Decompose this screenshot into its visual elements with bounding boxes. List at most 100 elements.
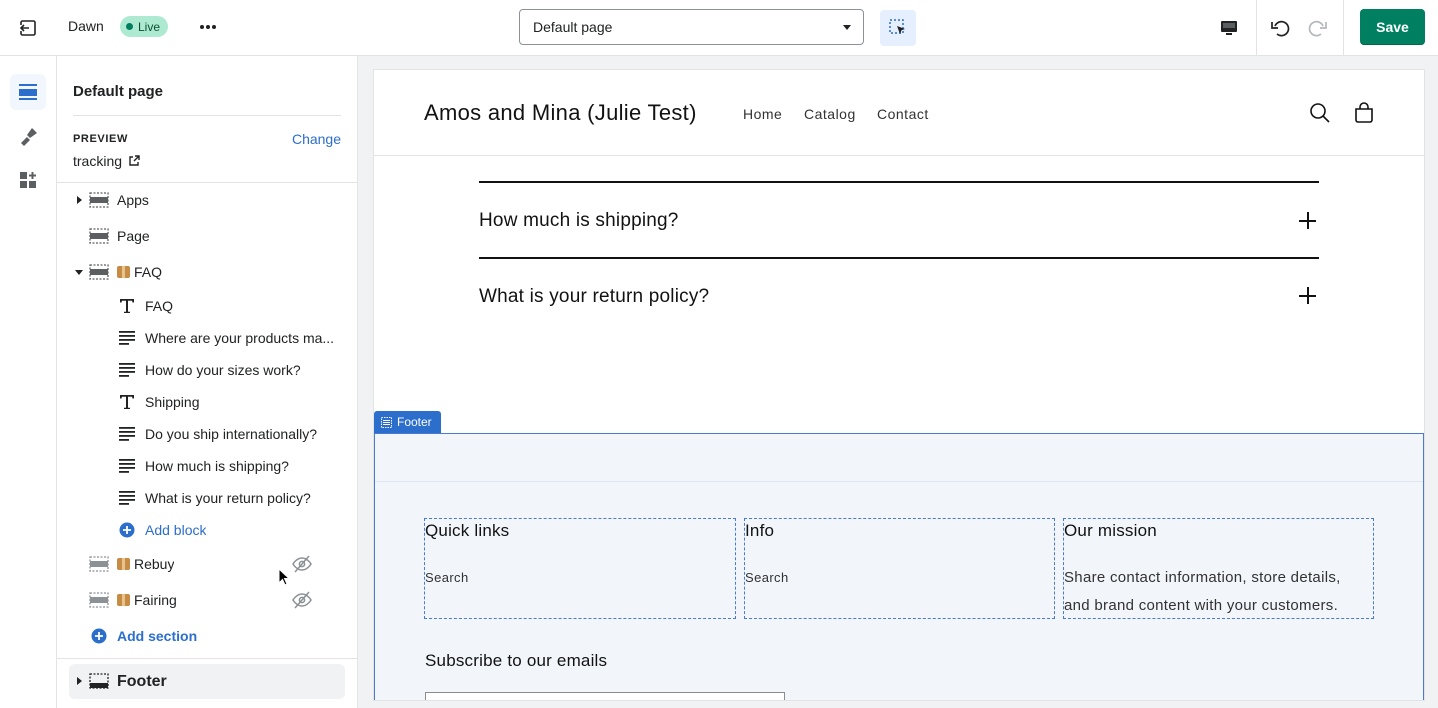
footer-block-info[interactable]: Info Search [744,518,1055,619]
footer-tag-label: Footer [397,415,432,429]
section-label: Fairing [134,592,177,608]
block-row[interactable]: Do you ship internationally? [57,418,357,450]
redo-button[interactable] [1304,14,1330,42]
storefront-preview: Amos and Mina (Julie Test) Home Catalog … [374,70,1424,700]
nav-link-contact[interactable]: Contact [877,106,929,122]
block-label: How much is shipping? [145,458,289,474]
block-row[interactable]: What is your return policy? [57,482,357,514]
inspector-toggle-button[interactable] [880,10,916,46]
top-bar: Dawn Live Default page Save [0,0,1438,56]
section-row-footer[interactable]: Footer [69,664,345,699]
footer-block-quick-links[interactable]: Quick links Search [424,518,736,619]
section-label: Rebuy [134,556,175,572]
add-block-label: Add block [145,522,207,538]
hidden-eye-icon[interactable] [292,591,312,609]
footer-section-tag[interactable]: Footer [374,411,441,433]
nav-link-catalog[interactable]: Catalog [804,106,856,122]
heading-block-icon [118,297,136,315]
text-block-icon [118,329,136,347]
footer-section[interactable]: Quick links Search Info Search Our missi… [374,433,1424,700]
exit-button[interactable] [16,16,40,40]
expand-caret-icon[interactable] [74,195,84,205]
page-template-select[interactable]: Default page [519,9,864,45]
footer-block-title: Info [745,521,775,540]
text-block-icon [118,361,136,379]
app-embeds-tab-button[interactable] [10,162,46,198]
plus-icon[interactable] [1299,212,1316,229]
block-row[interactable]: Shipping [57,386,357,418]
theme-settings-icon [21,128,37,146]
external-link-icon [129,155,140,166]
block-row[interactable]: How much is shipping? [57,450,357,482]
faq-divider [479,181,1319,183]
newsletter-email-input[interactable] [425,692,785,700]
collapse-caret-icon[interactable] [74,267,84,277]
section-label: Page [117,228,150,244]
footer-link[interactable]: Search [425,570,469,585]
section-icon [89,556,109,572]
device-preview-button[interactable] [1215,14,1243,42]
footer-block-title: Our mission [1064,521,1157,540]
preview-resource-label: tracking [73,153,123,169]
section-label-wrap: Rebuy [117,556,174,572]
section-label: Footer [117,673,167,690]
theme-settings-tab-button[interactable] [10,118,46,154]
add-circle-icon [91,628,107,644]
section-row-page[interactable]: Page [57,220,357,252]
toolbar-divider [1256,0,1257,56]
live-dot-icon [126,23,133,30]
redo-icon [1308,20,1327,37]
faq-question[interactable]: How much is shipping? [479,210,679,232]
block-label: How do your sizes work? [145,362,301,378]
divider [73,115,341,116]
divider [375,481,1423,482]
search-icon[interactable] [1309,102,1331,124]
preview-label: PREVIEW [73,133,128,145]
store-name[interactable]: Amos and Mina (Julie Test) [424,100,697,126]
footer-block-title: Quick links [425,521,510,540]
store-header[interactable]: Amos and Mina (Julie Test) Home Catalog … [374,70,1424,156]
footer-link[interactable]: Search [745,570,789,585]
section-row-rebuy[interactable]: Rebuy [57,548,357,580]
change-preview-link[interactable]: Change [292,131,341,147]
section-row-apps[interactable]: Apps [57,184,357,216]
mouse-cursor-icon [278,568,290,586]
more-actions-button[interactable] [195,14,221,40]
section-icon [89,592,109,608]
save-button[interactable]: Save [1360,9,1425,45]
cart-icon[interactable] [1353,102,1375,124]
block-row[interactable]: How do your sizes work? [57,354,357,386]
preview-resource-link[interactable]: tracking [73,153,140,169]
add-block-button[interactable]: Add block [57,514,357,546]
section-icon [89,673,109,689]
section-row-fairing[interactable]: Fairing [57,584,357,616]
toolbar-divider [1343,0,1344,56]
sections-tab-button[interactable] [10,74,46,110]
faq-divider [479,257,1319,259]
text-block-icon [118,489,136,507]
sections-sidebar: Default page PREVIEW Change tracking App… [57,56,358,708]
text-block-icon [118,425,136,443]
expand-caret-icon[interactable] [74,676,84,686]
divider [57,658,357,659]
add-section-label: Add section [117,628,198,644]
sections-icon [19,84,37,100]
divider [57,182,357,183]
editor-nav-rail [0,56,57,708]
plus-icon[interactable] [1299,287,1316,304]
block-label: What is your return policy? [145,490,311,506]
block-row[interactable]: Where are your products ma... [57,322,357,354]
faq-question[interactable]: What is your return policy? [479,286,709,308]
section-label-wrap: Fairing [117,592,177,608]
footer-block-text: Share contact information, store details… [1064,569,1341,614]
add-circle-icon [119,522,135,538]
nav-link-home[interactable]: Home [743,106,782,122]
footer-section-icon [381,416,392,428]
add-section-button[interactable]: Add section [57,620,357,652]
undo-button[interactable] [1268,14,1294,42]
hidden-eye-icon[interactable] [292,555,312,573]
select-inspect-icon [889,19,905,34]
block-row[interactable]: FAQ [57,290,357,322]
footer-block-mission[interactable]: Our mission Share contact information, s… [1063,518,1374,619]
section-row-faq[interactable]: FAQ [57,256,357,288]
